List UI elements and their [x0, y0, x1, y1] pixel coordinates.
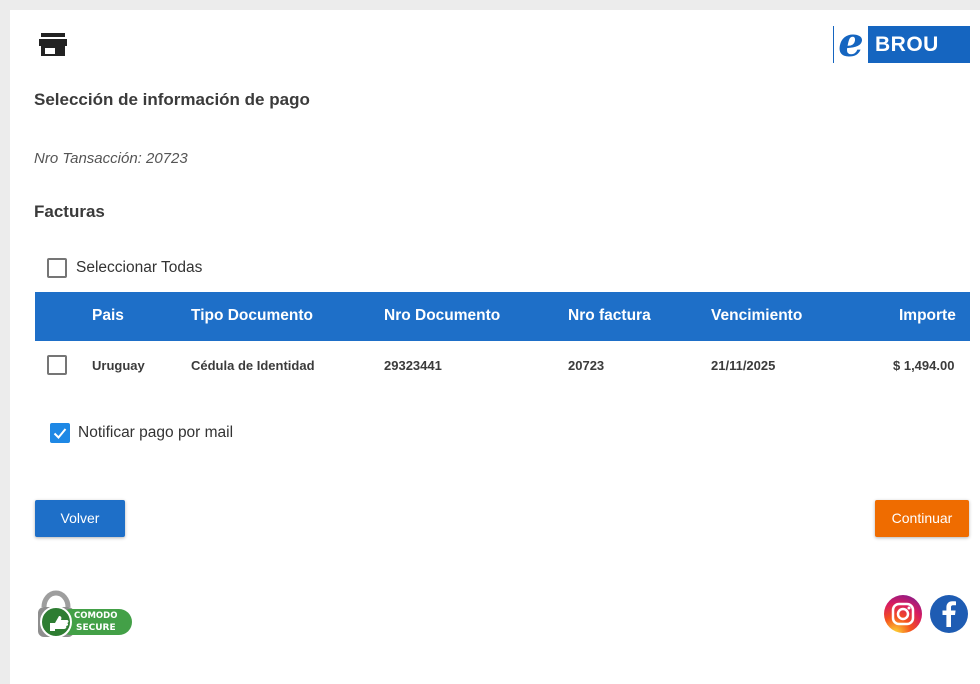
column-header-importe: Importe: [899, 307, 956, 324]
select-all-label[interactable]: Seleccionar Todas: [76, 259, 202, 277]
transaction-number: Nro Tansacción: 20723: [34, 150, 188, 167]
column-header-vencimiento: Vencimiento: [711, 307, 803, 324]
cell-importe: $ 1,494.00: [893, 358, 955, 373]
brou-logo: e BROU: [833, 23, 970, 63]
seal-top-text: COMODO: [74, 611, 117, 621]
column-header-pais: Pais: [92, 307, 124, 324]
notify-checkbox[interactable]: [50, 423, 70, 443]
comodo-secure-seal: COMODO SECURE: [38, 590, 132, 638]
section-title: Facturas: [34, 202, 105, 221]
facebook-icon[interactable]: [929, 594, 969, 634]
instagram-icon[interactable]: [883, 594, 923, 634]
store-icon: [39, 33, 67, 56]
invoice-table-header: Pais Tipo Documento Nro Documento Nro fa…: [35, 292, 970, 341]
checkmark-icon: [53, 428, 67, 439]
column-header-tipo-documento: Tipo Documento: [191, 307, 313, 324]
page-title: Selección de información de pago: [34, 90, 310, 109]
cell-nro-factura: 20723: [568, 358, 605, 373]
continue-button[interactable]: Continuar: [875, 500, 969, 537]
select-all-checkbox[interactable]: [47, 258, 67, 278]
cell-pais: Uruguay: [92, 358, 145, 373]
brou-logo-text: BROU: [875, 33, 939, 56]
brou-logo-e: e: [834, 23, 868, 63]
table-row: Uruguay Cédula de Identidad 29323441 207…: [35, 341, 970, 389]
notify-label[interactable]: Notificar pago por mail: [78, 424, 233, 442]
row-checkbox[interactable]: [47, 355, 67, 375]
column-header-nro-documento: Nro Documento: [384, 307, 501, 324]
column-header-nro-factura: Nro factura: [568, 307, 651, 324]
cell-vencimiento: 21/11/2025: [711, 358, 776, 373]
cell-tipo-documento: Cédula de Identidad: [191, 358, 315, 373]
seal-bottom-text: SECURE: [76, 623, 116, 633]
cell-nro-documento: 29323441: [384, 358, 442, 373]
back-button[interactable]: Volver: [35, 500, 125, 537]
